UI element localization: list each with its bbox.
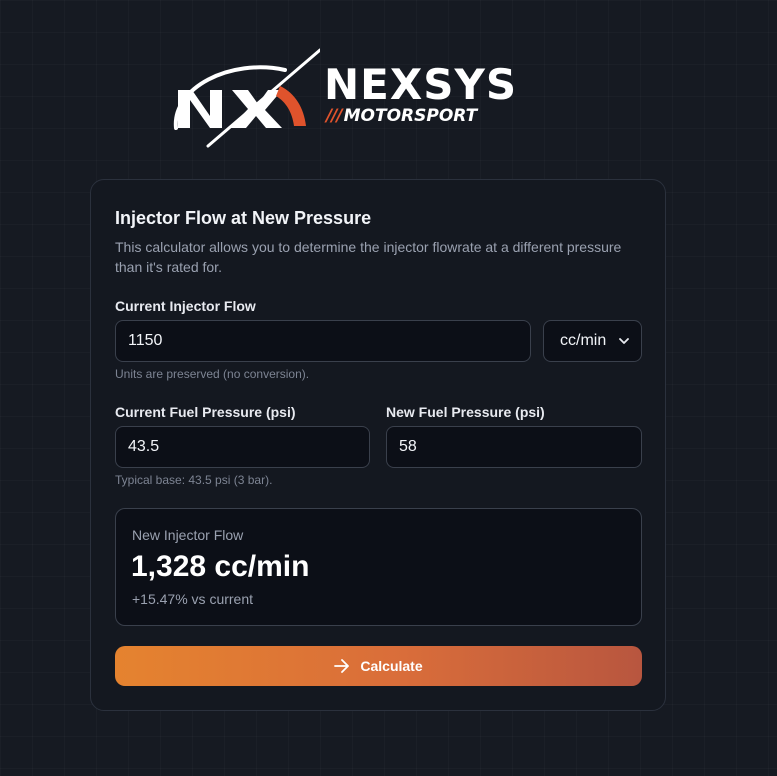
calculator-description: This calculator allows you to determine … [115, 239, 622, 275]
chevron-down-icon [619, 337, 629, 344]
pressure-hint: Typical base: 43.5 psi (3 bar). [115, 473, 273, 487]
result-label: New Injector Flow [132, 527, 244, 543]
new-pressure-label: New Fuel Pressure (psi) [386, 404, 545, 420]
unit-select-value: cc/min [560, 332, 607, 349]
calculate-button-label: Calculate [360, 658, 423, 674]
brand-sub-text: MOTORSPORT [343, 106, 478, 126]
calculate-button[interactable]: Calculate [115, 646, 642, 686]
brand-name: NEXSYS [324, 60, 518, 109]
current-pressure-input[interactable] [115, 426, 370, 468]
flow-input[interactable] [115, 320, 531, 362]
brand-slashes: /// [326, 106, 343, 126]
nx-emblem-icon [173, 48, 320, 148]
calculator-card: Injector Flow at New Pressure This calcu… [90, 179, 666, 711]
unit-select[interactable]: cc/min [543, 320, 642, 362]
brand-subtitle: ///MOTORSPORT [326, 106, 477, 126]
current-pressure-label: Current Fuel Pressure (psi) [115, 404, 296, 420]
result-panel: New Injector Flow 1,328 cc/min +15.47% v… [115, 508, 642, 626]
result-delta: +15.47% vs current [132, 591, 254, 607]
calculator-title: Injector Flow at New Pressure [115, 208, 372, 228]
new-pressure-input[interactable] [386, 426, 642, 468]
flow-label: Current Injector Flow [115, 298, 256, 314]
flow-hint: Units are preserved (no conversion). [115, 367, 310, 381]
brand-logo: NEXSYS ///MOTORSPORT [170, 48, 570, 148]
arrow-right-icon [334, 659, 350, 673]
result-value: 1,328 cc/min [131, 550, 310, 583]
